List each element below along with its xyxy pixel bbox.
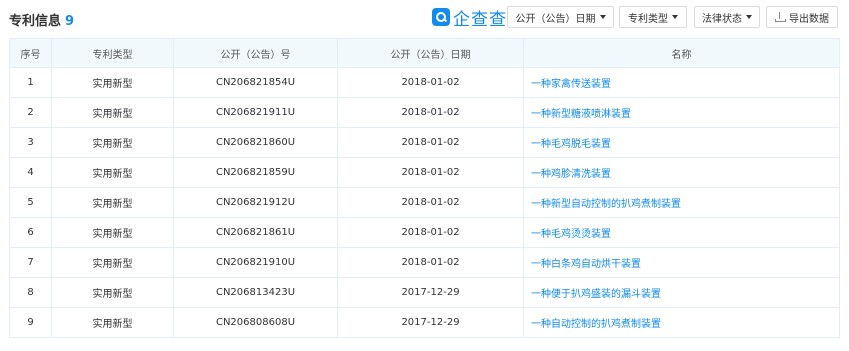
row-name-cell: 一种鸡胗清洗装置 bbox=[523, 157, 840, 188]
section-title: 专利信息 9 bbox=[9, 10, 74, 29]
chevron-down-icon bbox=[672, 15, 678, 19]
row-no: 7 bbox=[9, 247, 52, 278]
column-header-pub-no: 公开（公告）号 bbox=[173, 38, 338, 68]
row-pub-no: CN206821910U bbox=[173, 247, 338, 278]
row-name-cell: 一种便于扒鸡盛装的漏斗装置 bbox=[523, 277, 840, 308]
row-pub-no: CN206821911U bbox=[173, 97, 338, 128]
patent-type-filter-button[interactable]: 专利类型 bbox=[619, 6, 687, 28]
row-name-cell: 一种家禽传送装置 bbox=[523, 67, 840, 98]
row-pub-no: CN206821860U bbox=[173, 127, 338, 158]
chevron-down-icon bbox=[746, 15, 752, 19]
table-row: 5 实用新型 CN206821912U 2018-01-02 一种新型自动控制的… bbox=[9, 187, 840, 218]
patent-name-link[interactable]: 一种自动控制的扒鸡煮制装置 bbox=[531, 319, 661, 330]
patent-count: 9 bbox=[65, 14, 75, 29]
row-type: 实用新型 bbox=[51, 187, 174, 218]
section-title-label: 专利信息 bbox=[9, 14, 62, 29]
patent-name-link[interactable]: 一种新型糖液喷淋装置 bbox=[531, 109, 631, 120]
patent-name-link[interactable]: 一种白条鸡自动烘干装置 bbox=[531, 259, 641, 270]
patent-name-link[interactable]: 一种毛鸡烫烫装置 bbox=[531, 229, 611, 240]
row-date: 2018-01-02 bbox=[337, 127, 524, 158]
row-pub-no: CN206821861U bbox=[173, 217, 338, 248]
row-date: 2018-01-02 bbox=[337, 247, 524, 278]
row-date: 2018-01-02 bbox=[337, 187, 524, 218]
table-row: 7 实用新型 CN206821910U 2018-01-02 一种白条鸡自动烘干… bbox=[9, 247, 840, 278]
patent-name-link[interactable]: 一种新型自动控制的扒鸡煮制装置 bbox=[531, 199, 681, 210]
header-bar: 专利信息 9 企查查 公开（公告）日期 专利类型 法律状态 导出数据 bbox=[0, 0, 849, 36]
row-date: 2017-12-29 bbox=[337, 277, 524, 308]
logo-text: 企查查 bbox=[453, 9, 507, 30]
table-row: 9 实用新型 CN206808608U 2017-12-29 一种自动控制的扒鸡… bbox=[9, 307, 840, 338]
export-data-label: 导出数据 bbox=[789, 13, 829, 25]
row-no: 4 bbox=[9, 157, 52, 188]
row-name-cell: 一种新型自动控制的扒鸡煮制装置 bbox=[523, 187, 840, 218]
column-header-name: 名称 bbox=[523, 38, 840, 68]
row-pub-no: CN206808608U bbox=[173, 307, 338, 338]
row-name-cell: 一种毛鸡烫烫装置 bbox=[523, 217, 840, 248]
row-no: 6 bbox=[9, 217, 52, 248]
row-name-cell: 一种毛鸡脱毛装置 bbox=[523, 127, 840, 158]
legal-status-filter-button[interactable]: 法律状态 bbox=[694, 6, 760, 28]
table-row: 4 实用新型 CN206821859U 2018-01-02 一种鸡胗清洗装置 bbox=[9, 157, 840, 188]
export-data-button[interactable]: 导出数据 bbox=[766, 6, 838, 28]
row-no: 5 bbox=[9, 187, 52, 218]
pub-date-filter-button[interactable]: 公开（公告）日期 bbox=[507, 6, 614, 28]
row-type: 实用新型 bbox=[51, 277, 174, 308]
table-row: 1 实用新型 CN206821854U 2018-01-02 一种家禽传送装置 bbox=[9, 67, 840, 98]
patent-name-link[interactable]: 一种家禽传送装置 bbox=[531, 79, 611, 90]
row-no: 2 bbox=[9, 97, 52, 128]
legal-status-filter-label: 法律状态 bbox=[702, 13, 742, 25]
row-no: 1 bbox=[9, 67, 52, 98]
row-date: 2017-12-29 bbox=[337, 307, 524, 338]
row-date: 2018-01-02 bbox=[337, 157, 524, 188]
row-type: 实用新型 bbox=[51, 97, 174, 128]
row-pub-no: CN206813423U bbox=[173, 277, 338, 308]
logo-icon bbox=[432, 8, 450, 26]
patent-table: 序号 专利类型 公开（公告）号 公开（公告）日期 名称 1 实用新型 CN206… bbox=[9, 38, 840, 338]
table-row: 8 实用新型 CN206813423U 2017-12-29 一种便于扒鸡盛装的… bbox=[9, 277, 840, 308]
row-type: 实用新型 bbox=[51, 307, 174, 338]
row-date: 2018-01-02 bbox=[337, 67, 524, 98]
row-type: 实用新型 bbox=[51, 247, 174, 278]
row-pub-no: CN206821912U bbox=[173, 187, 338, 218]
row-name-cell: 一种自动控制的扒鸡煮制装置 bbox=[523, 307, 840, 338]
row-pub-no: CN206821859U bbox=[173, 157, 338, 188]
row-no: 3 bbox=[9, 127, 52, 158]
table-row: 2 实用新型 CN206821911U 2018-01-02 一种新型糖液喷淋装… bbox=[9, 97, 840, 128]
row-date: 2018-01-02 bbox=[337, 217, 524, 248]
patent-name-link[interactable]: 一种毛鸡脱毛装置 bbox=[531, 139, 611, 150]
row-no: 9 bbox=[9, 307, 52, 338]
patent-name-link[interactable]: 一种鸡胗清洗装置 bbox=[531, 169, 611, 180]
download-icon bbox=[775, 12, 786, 22]
column-header-date: 公开（公告）日期 bbox=[337, 38, 524, 68]
patent-name-link[interactable]: 一种便于扒鸡盛装的漏斗装置 bbox=[531, 289, 661, 300]
row-type: 实用新型 bbox=[51, 127, 174, 158]
row-date: 2018-01-02 bbox=[337, 97, 524, 128]
patent-type-filter-label: 专利类型 bbox=[628, 13, 668, 25]
column-header-type: 专利类型 bbox=[51, 38, 174, 68]
row-type: 实用新型 bbox=[51, 67, 174, 98]
row-type: 实用新型 bbox=[51, 157, 174, 188]
row-no: 8 bbox=[9, 277, 52, 308]
row-name-cell: 一种新型糖液喷淋装置 bbox=[523, 97, 840, 128]
row-type: 实用新型 bbox=[51, 217, 174, 248]
column-header-no: 序号 bbox=[9, 38, 52, 68]
pub-date-filter-label: 公开（公告）日期 bbox=[515, 13, 596, 25]
qichacha-logo: 企查查 bbox=[432, 6, 507, 30]
row-pub-no: CN206821854U bbox=[173, 67, 338, 98]
chevron-down-icon bbox=[599, 15, 606, 19]
table-row: 3 实用新型 CN206821860U 2018-01-02 一种毛鸡脱毛装置 bbox=[9, 127, 840, 158]
row-name-cell: 一种白条鸡自动烘干装置 bbox=[523, 247, 840, 278]
table-row: 6 实用新型 CN206821861U 2018-01-02 一种毛鸡烫烫装置 bbox=[9, 217, 840, 248]
table-header-row: 序号 专利类型 公开（公告）号 公开（公告）日期 名称 bbox=[9, 38, 840, 68]
